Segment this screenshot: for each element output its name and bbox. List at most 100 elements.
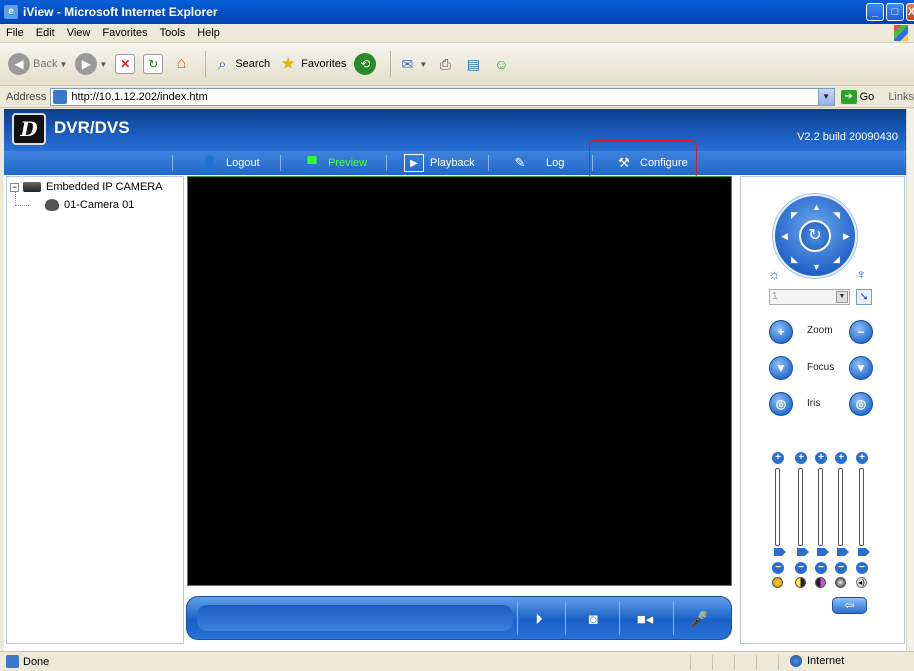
status-bar: Done Internet	[0, 651, 914, 671]
stop-button[interactable]: ✕	[115, 54, 136, 74]
home-button[interactable]: ⌂	[171, 54, 191, 74]
volume-slider[interactable]	[859, 468, 864, 546]
brightness-slider[interactable]	[775, 468, 780, 546]
go-button[interactable]: ➔ Go	[840, 89, 874, 104]
forward-dropdown-icon[interactable]: ▼	[99, 60, 107, 69]
focus-label: Focus	[807, 362, 835, 373]
slider-plus-icon[interactable]: +	[856, 452, 868, 464]
search-icon: ⌕	[218, 55, 227, 73]
forward-button[interactable]: ▶ ▼	[75, 53, 107, 75]
slider-plus-icon[interactable]: +	[772, 452, 784, 464]
up-right-arrow-icon[interactable]: ◥	[833, 210, 840, 221]
slider-minus-icon[interactable]: −	[815, 562, 827, 574]
record-button[interactable]: ■◂	[633, 607, 657, 631]
menu-view[interactable]: View	[67, 27, 91, 39]
window-title: iView - Microsoft Internet Explorer	[23, 5, 218, 19]
menu-help[interactable]: Help	[197, 27, 220, 39]
logout-user-icon: 👤	[201, 155, 219, 170]
refresh-button[interactable]: ↻	[143, 54, 164, 74]
up-arrow-icon[interactable]: ▲	[812, 202, 821, 212]
tree-camera-item[interactable]: 01-Camera 01	[45, 199, 134, 211]
tree-camera-label[interactable]: 01-Camera 01	[64, 199, 134, 211]
print-icon: ⎙	[439, 55, 451, 72]
zoom-out-button[interactable]: −	[849, 320, 873, 344]
preset-select[interactable]: 1 ▼	[769, 289, 850, 305]
favorites-button[interactable]: ★ Favorites	[278, 54, 347, 74]
internet-globe-icon	[790, 655, 802, 667]
close-button[interactable]: X	[906, 3, 914, 21]
menu-edit[interactable]: Edit	[36, 27, 55, 39]
down-left-arrow-icon[interactable]: ◣	[791, 254, 798, 265]
menu-bar: File Edit View Favorites Tools Help	[0, 24, 914, 43]
windows-logo-icon	[894, 25, 908, 41]
camera-icon	[45, 199, 59, 211]
minimize-button[interactable]: _	[866, 3, 884, 21]
star-icon: ★	[280, 54, 296, 73]
camera-snapshot-icon: ◙	[588, 610, 598, 628]
address-url[interactable]: http://10.1.12.202/index.htm	[71, 91, 207, 103]
light-bulb-icon[interactable]: ☼	[768, 266, 781, 282]
search-button[interactable]: ⌕ Search	[212, 54, 270, 74]
vertical-scrollbar[interactable]	[906, 109, 914, 651]
preset-call-button[interactable]: ➘	[856, 289, 872, 305]
down-arrow-icon[interactable]: ▼	[812, 262, 821, 272]
edit-page-icon: ▤	[466, 55, 480, 72]
slider-plus-icon[interactable]: +	[835, 452, 847, 464]
restore-default-button[interactable]: ⇦	[832, 597, 867, 614]
right-arrow-icon[interactable]: ▶	[843, 231, 850, 242]
focus-far-button[interactable]: ▼	[849, 356, 873, 380]
microphone-button[interactable]: 🎤	[687, 607, 711, 631]
up-left-arrow-icon[interactable]: ◤	[791, 210, 798, 221]
slider-minus-icon[interactable]: −	[772, 562, 784, 574]
links-button[interactable]: Links	[888, 91, 914, 103]
focus-near-button[interactable]: ▼	[769, 356, 793, 380]
preset-value: 1	[772, 291, 778, 302]
go-arrow-icon: ➔	[840, 89, 857, 104]
print-button[interactable]: ⎙	[435, 54, 455, 74]
address-input[interactable]: http://10.1.12.202/index.htm ▼	[50, 87, 835, 106]
back-button[interactable]: ◀ Back ▼	[8, 53, 67, 75]
maximize-button[interactable]: □	[886, 3, 904, 21]
nav-playback[interactable]: ▶ Playback	[404, 151, 475, 175]
slider-plus-icon[interactable]: +	[815, 452, 827, 464]
edit-button[interactable]: ▤	[463, 54, 483, 74]
saturation-slider[interactable]	[818, 468, 823, 546]
chevron-down-icon[interactable]: ▼	[836, 291, 848, 303]
tree-root[interactable]: − Embedded IP CAMERA	[10, 181, 163, 193]
wiper-icon[interactable]: ♆	[856, 266, 867, 282]
slider-minus-icon[interactable]: −	[795, 562, 807, 574]
zoom-in-button[interactable]: +	[769, 320, 793, 344]
tree-root-label[interactable]: Embedded IP CAMERA	[46, 181, 163, 193]
iris-open-button[interactable]: ◎	[769, 392, 793, 416]
slider-plus-icon[interactable]: +	[795, 452, 807, 464]
down-right-arrow-icon[interactable]: ◢	[833, 254, 840, 265]
hue-slider[interactable]	[838, 468, 843, 546]
menu-favorites[interactable]: Favorites	[102, 27, 147, 39]
nav-logout[interactable]: 👤 Logout	[200, 151, 260, 175]
address-dropdown-icon[interactable]: ▼	[817, 88, 834, 105]
tree-line	[15, 192, 16, 205]
page-icon	[53, 89, 68, 104]
auto-rotate-button[interactable]: ↻	[799, 220, 831, 252]
menu-tools[interactable]: Tools	[160, 27, 186, 39]
slider-minus-icon[interactable]: −	[856, 562, 868, 574]
configure-highlight-box	[589, 140, 697, 180]
play-button[interactable]: ⏵	[527, 607, 551, 631]
contrast-slider[interactable]	[798, 468, 803, 546]
nav-log[interactable]: ✎ Log	[510, 151, 565, 175]
messenger-button[interactable]: ☺	[491, 54, 511, 74]
history-button[interactable]: ⟲	[354, 53, 377, 75]
favorites-label: Favorites	[301, 58, 347, 70]
snapshot-button[interactable]: ◙	[581, 607, 605, 631]
back-dropdown-icon[interactable]: ▼	[59, 60, 67, 69]
iris-close-button[interactable]: ◎	[849, 392, 873, 416]
app-header	[4, 109, 906, 151]
mail-dropdown-icon[interactable]: ▼	[419, 60, 427, 69]
mail-button[interactable]: ✉ ▼	[397, 54, 428, 74]
left-arrow-icon[interactable]: ◀	[781, 231, 788, 242]
collapse-icon[interactable]: −	[10, 182, 19, 192]
nav-preview[interactable]: ▀ Preview	[302, 151, 367, 175]
video-preview[interactable]	[187, 176, 732, 586]
slider-minus-icon[interactable]: −	[835, 562, 847, 574]
menu-file[interactable]: File	[6, 27, 24, 39]
